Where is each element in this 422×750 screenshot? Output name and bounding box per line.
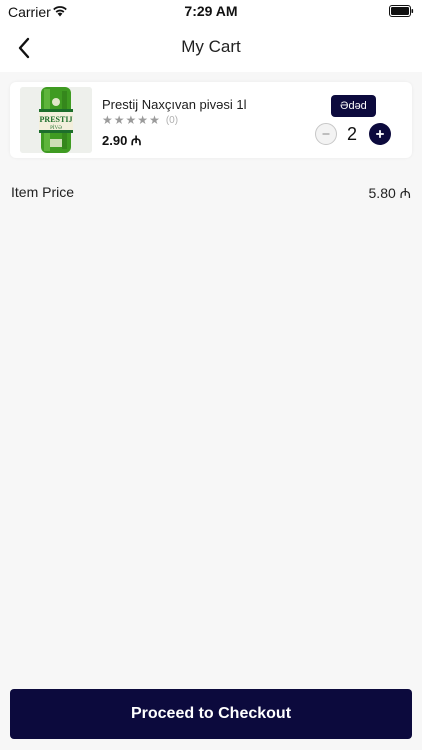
- product-name[interactable]: Prestij Naxçıvan pivəsi 1l: [102, 97, 247, 112]
- item-price-value: 5.80 ₼: [368, 185, 411, 201]
- product-image: PRESTIJ PİVƏ: [20, 87, 92, 153]
- page-title: My Cart: [181, 37, 241, 56]
- star-icon: ★: [149, 113, 160, 127]
- decrement-button[interactable]: [315, 123, 337, 145]
- svg-text:PRESTIJ: PRESTIJ: [40, 115, 73, 124]
- status-bar: Carrier 7:29 AM: [0, 0, 422, 24]
- unit-selector-button[interactable]: Ədəd: [331, 95, 376, 117]
- item-price-label: Item Price: [11, 184, 75, 200]
- star-icon: ★: [137, 113, 149, 127]
- product-price: 2.90 ₼: [102, 133, 142, 148]
- star-icon: ★: [125, 113, 137, 127]
- proceed-to-checkout-button[interactable]: Proceed to Checkout: [10, 689, 412, 739]
- status-time: 7:29 AM: [184, 3, 238, 19]
- minus-icon: [322, 133, 330, 135]
- svg-text:PİVƏ: PİVƏ: [50, 125, 62, 131]
- nav-bar: My Cart: [0, 24, 422, 72]
- battery-icon: [389, 5, 414, 17]
- quantity-value: 2: [346, 124, 357, 144]
- rating-count: (0): [165, 114, 179, 126]
- star-icon: ★: [113, 113, 125, 127]
- cart-item-card: PRESTIJ PİVƏ Prestij Naxçıvan pivəsi 1l …: [10, 82, 412, 158]
- star-icon: ★: [102, 113, 113, 127]
- plus-icon: [376, 130, 384, 138]
- product-rating: ★ ★ ★ ★ ★ (0): [102, 114, 178, 126]
- increment-button[interactable]: [369, 123, 391, 145]
